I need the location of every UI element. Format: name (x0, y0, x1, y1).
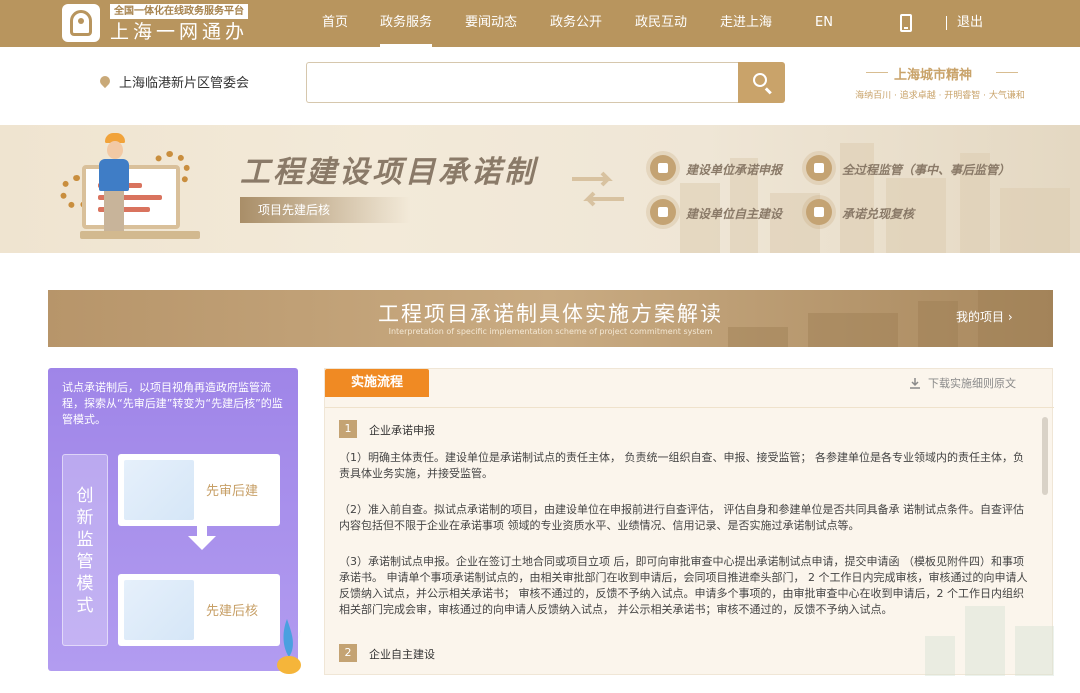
step-number: 1 (339, 420, 357, 438)
mode-card-label: 先审后建 (206, 484, 259, 499)
plant-decoration (277, 619, 301, 674)
decor-line (996, 72, 1018, 73)
content-scrollbar[interactable] (1042, 417, 1048, 495)
mode-intro: 试点承诺制后，以项目视角再造政府监管流程，探索从“先审后建”转变为“先建后核”的… (62, 381, 283, 426)
banner-subtitle: 项目先建后核 (240, 197, 410, 223)
logout-link[interactable]: 退出 (957, 0, 983, 45)
search-input[interactable] (306, 62, 738, 103)
interpretation-banner: 工程项目承诺制具体实施方案解读 Interpretation of specif… (48, 290, 1053, 347)
download-icon[interactable] (909, 377, 921, 389)
city-spirit-title: 上海城市精神 (893, 68, 972, 83)
mode-label-box: 创新监管模式 (62, 454, 108, 646)
laptop-illustration (124, 460, 194, 520)
mobile-phone-icon[interactable] (900, 14, 912, 32)
nav-english[interactable]: EN (815, 0, 833, 47)
mode-card-build-first: 先建后核 (118, 574, 280, 646)
feature-commitment-review: 承诺兑现复核 (842, 207, 915, 221)
nav-government-services[interactable]: 政务服务 (380, 0, 433, 47)
mode-card-label: 先建后核 (206, 604, 259, 619)
crane-illustration (124, 580, 194, 640)
process-paragraph: （2）准入前自查。拟试点承诺制的项目，由建设单位在申报前进行自查评估， 评估自身… (339, 503, 1024, 532)
banner-title: 工程建设项目承诺制 (240, 155, 537, 190)
nav-home[interactable]: 首页 (322, 0, 348, 47)
platform-tagline: 全国一体化在线政务服务平台 (110, 4, 248, 19)
commitment-banner: 工程建设项目承诺制 项目先建后核 建设单位承诺申报 全过程监管（事中、事后监管）… (0, 125, 1080, 253)
interpretation-title: 工程项目承诺制具体实施方案解读 (378, 302, 723, 326)
brand-name[interactable]: 上海一网通办 (110, 21, 248, 43)
interpretation-subtitle: Interpretation of specific implementatio… (388, 327, 713, 336)
current-location[interactable]: 上海临港新片区管委会 (119, 72, 249, 91)
feature-full-supervision: 全过程监管（事中、事后监管） (842, 163, 1011, 177)
site-logo-icon[interactable] (62, 4, 100, 42)
mode-card-approve-first: 先审后建 (118, 454, 280, 526)
city-spirit-slogan: 海纳百川 · 追求卓越 · 开明睿智 · 大气谦和 (855, 91, 1025, 101)
top-nav: 全国一体化在线政务服务平台 上海一网通办 首页 政务服务 要闻动态 政务公开 政… (0, 0, 1080, 47)
nav-public-affairs[interactable]: 政务公开 (550, 0, 602, 47)
feature-commitment-report: 建设单位承诺申报 (686, 163, 783, 177)
review-icon (806, 199, 832, 225)
step-title: 企业自主建设 (369, 648, 435, 661)
search-button[interactable] (738, 62, 785, 103)
location-pin-icon (97, 73, 113, 89)
implementation-process-panel: 实施流程 下载实施细则原文 1 企业承诺申报 （1）明确主体责任。建设单位是承诺… (324, 368, 1054, 676)
supervision-icon (806, 155, 832, 181)
feature-self-build: 建设单位自主建设 (686, 207, 783, 221)
arrow-down-icon (188, 536, 216, 550)
nav-divider (946, 16, 947, 30)
nav-about-shanghai[interactable]: 走进上海 (720, 0, 772, 47)
process-paragraph: （3）承诺制试点申报。企业在签订土地合同或项目立项 后，即可向审批审查中心提出承… (339, 555, 1028, 616)
commitment-report-icon (650, 155, 676, 181)
step-title: 企业承诺申报 (369, 424, 435, 437)
my-project-link[interactable]: 我的项目 › (956, 308, 1013, 325)
process-paragraph: （1）明确主体责任。建设单位是承诺制试点的责任主体， 负责统一组织自查、申报、接… (339, 451, 1024, 480)
search-icon (753, 73, 767, 87)
step-number: 2 (339, 644, 357, 662)
nav-news[interactable]: 要闻动态 (465, 0, 517, 47)
mode-label: 创新监管模式 (76, 486, 94, 616)
nav-interaction[interactable]: 政民互动 (635, 0, 687, 47)
download-rules-link[interactable]: 下载实施细则原文 (928, 375, 1016, 391)
swap-arrows-icon (572, 171, 624, 207)
self-build-icon (650, 199, 676, 225)
tab-implementation-process[interactable]: 实施流程 (325, 369, 429, 397)
computer-illustration (82, 165, 180, 229)
supervision-mode-panel: 试点承诺制后，以项目视角再造政府监管流程，探索从“先审后建”转变为“先建后核”的… (48, 368, 298, 671)
process-content: 1 企业承诺申报 （1）明确主体责任。建设单位是承诺制试点的责任主体， 负责统一… (325, 407, 1054, 676)
